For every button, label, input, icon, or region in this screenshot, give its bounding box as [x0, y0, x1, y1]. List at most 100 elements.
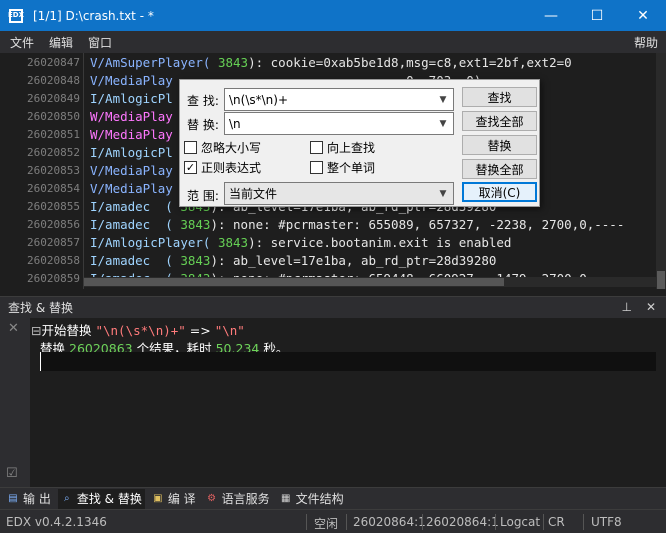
minimize-button[interactable]: —	[528, 0, 574, 31]
log-level-tag: V	[90, 163, 98, 178]
tab-label: 查找 & 替换	[76, 492, 142, 506]
current-line-highlight[interactable]	[40, 352, 656, 371]
ignore-case-checkbox[interactable]: 忽略大小写	[184, 139, 261, 156]
chevron-down-icon[interactable]: ▼	[437, 119, 449, 129]
code-line[interactable]: W/MediaPlay	[90, 109, 173, 124]
line-number: 26020858	[27, 254, 80, 267]
tab-build[interactable]: ▣ 编 译	[149, 489, 199, 509]
regex-checkbox[interactable]: ✓ 正则表达式	[184, 159, 261, 176]
clear-output-icon[interactable]: ✕	[8, 321, 19, 336]
code-line[interactable]: W/MediaPlay	[90, 127, 173, 142]
log-source: /MediaPlay	[97, 181, 173, 196]
status-selection: 26020864:1	[426, 515, 499, 529]
tab-label: 文件结构	[295, 492, 344, 506]
status-separator	[495, 514, 496, 530]
tab-file-structure[interactable]: ▦ 文件结构	[277, 489, 347, 509]
search-up-checkbox[interactable]: 向上查找	[310, 139, 375, 156]
chevron-down-icon[interactable]: ▼	[437, 189, 449, 199]
line-number: 26020854	[27, 182, 80, 195]
code-line[interactable]: V/AmSuperPlayer( 3843): cookie=0xab5be1d…	[90, 55, 572, 70]
menu-edit[interactable]: 编辑	[44, 34, 78, 51]
menu-help[interactable]: 帮助	[634, 34, 658, 51]
regex-label: 正则表达式	[201, 161, 262, 175]
code-line[interactable]: I/AmlogicPlayer( 3843): service.bootanim…	[90, 235, 511, 250]
log-pid: 3843	[210, 235, 249, 250]
replace-all-button[interactable]: 替换全部	[462, 159, 537, 179]
log-level-tag: I	[90, 253, 98, 268]
horizontal-scroll-thumb[interactable]	[84, 278, 504, 286]
app-logo-icon: EDX	[8, 8, 24, 23]
log-pid: 3843	[210, 55, 249, 70]
horizontal-scrollbar[interactable]	[84, 277, 656, 287]
menu-file[interactable]: 文件	[5, 34, 39, 51]
log-message: ): service.bootanim.exit is enabled	[248, 235, 512, 250]
panel-side-toolbar: ✕ ☑	[0, 318, 30, 487]
tab-language-service[interactable]: ⚙ 语言服务	[203, 489, 273, 509]
line-number: 26020855	[27, 200, 80, 213]
line-number: 26020847	[27, 56, 80, 69]
replace-button[interactable]: 替换	[462, 135, 537, 155]
log-level-tag: I	[90, 91, 98, 106]
title-bar: EDX [1/1] D:\crash.txt - * — ☐ ✕	[0, 0, 666, 31]
log-source: /AmlogicPl	[97, 145, 173, 160]
replace-input[interactable]: \n ▼	[224, 112, 454, 135]
tab-find-replace[interactable]: ⌕ 查找 & 替换	[57, 488, 145, 509]
search-up-label: 向上查找	[327, 141, 376, 155]
checkbox-box[interactable]: ✓	[184, 161, 197, 174]
log-source: /AmSuperPlayer(	[97, 55, 211, 70]
log-message: ): none: #pcrmaster: 655089, 657327, -22…	[210, 217, 625, 232]
log-source: /amadec (	[97, 199, 173, 214]
log-source: /MediaPlay	[97, 163, 173, 178]
checkbox-box[interactable]	[310, 141, 323, 154]
build-icon: ▣	[153, 493, 163, 504]
find-all-button[interactable]: 查找全部	[462, 111, 537, 131]
language-service-icon: ⚙	[207, 493, 217, 504]
code-line[interactable]: I/amadec ( 3843): ab_level=17e1ba, ab_rd…	[90, 253, 496, 268]
status-separator	[346, 514, 347, 530]
find-label: 查 找:	[187, 94, 219, 108]
log-source: /AmlogicPlayer(	[97, 235, 211, 250]
code-line[interactable]: V/MediaPlay	[90, 181, 173, 196]
tab-output[interactable]: ▤ 输 出	[4, 489, 54, 509]
output-pattern: "\n(\s*\n)+"	[95, 323, 186, 338]
log-message: ): cookie=0xab5be1d8,msg=c8,ext1=2bf,ext…	[248, 55, 572, 70]
log-level-tag: I	[90, 235, 98, 250]
close-icon[interactable]: ✕	[646, 300, 656, 314]
checkbox-box[interactable]	[310, 161, 323, 174]
find-input[interactable]: \n(\s*\n)+ ▼	[224, 88, 454, 111]
checkbox-icon[interactable]: ☑	[6, 466, 18, 481]
pin-icon[interactable]: ⊥	[621, 300, 631, 314]
checkbox-box[interactable]	[184, 141, 197, 154]
log-pid: 3843	[172, 217, 211, 232]
ignore-case-label: 忽略大小写	[201, 141, 262, 155]
whole-word-checkbox[interactable]: 整个单词	[310, 159, 375, 176]
code-line[interactable]: I/amadec ( 3843): none: #pcrmaster: 6550…	[90, 217, 624, 232]
menu-window[interactable]: 窗口	[83, 34, 117, 51]
status-language[interactable]: Logcat	[500, 515, 540, 529]
status-position: 26020864:1	[353, 515, 426, 529]
vertical-scroll-thumb[interactable]	[657, 271, 665, 289]
line-number: 26020853	[27, 164, 80, 177]
status-encoding[interactable]: UTF8	[591, 515, 622, 529]
log-pid: 3843	[172, 253, 211, 268]
scope-select[interactable]: 当前文件 ▼	[224, 182, 454, 205]
close-button[interactable]: ✕	[620, 0, 666, 31]
output-arrow: =>	[189, 323, 211, 338]
code-line[interactable]: V/MediaPlay	[90, 163, 173, 178]
find-button[interactable]: 查找	[462, 87, 537, 107]
maximize-button[interactable]: ☐	[574, 0, 620, 31]
collapse-icon[interactable]: ⊟	[31, 323, 41, 338]
chevron-down-icon[interactable]: ▼	[437, 95, 449, 105]
status-eol[interactable]: CR	[548, 515, 565, 529]
vertical-scrollbar[interactable]	[656, 53, 666, 289]
output-label: 开始替换	[41, 323, 92, 338]
log-level-tag: I	[90, 199, 98, 214]
cancel-button[interactable]: 取消(C)	[462, 182, 537, 202]
log-source: /MediaPlay	[97, 109, 173, 124]
file-structure-icon: ▦	[280, 493, 291, 504]
output-replacement: "\n"	[214, 323, 245, 338]
replace-label: 替 换:	[187, 118, 219, 132]
line-number: 26020851	[27, 128, 80, 141]
line-number: 26020859	[27, 272, 80, 285]
output-icon: ▤	[8, 493, 18, 504]
